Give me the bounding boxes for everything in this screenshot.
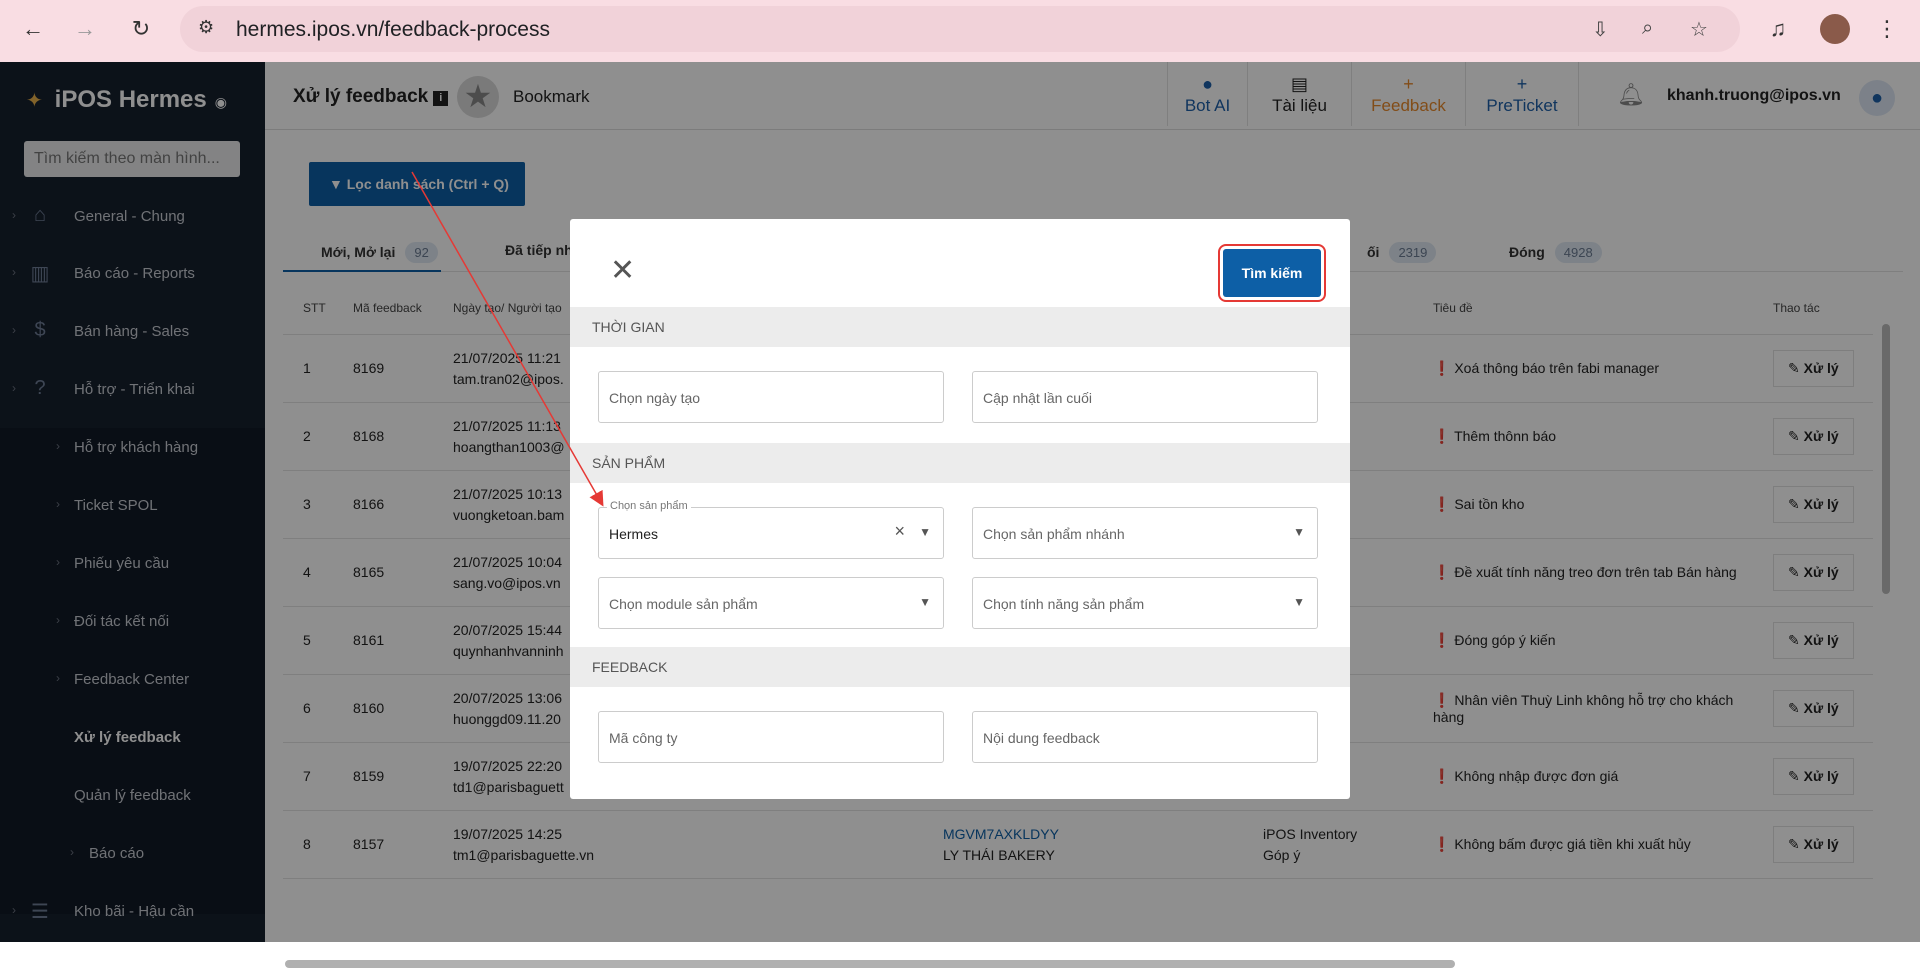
product-select[interactable]: Chọn sản phẩm Hermes × ▼ (598, 500, 944, 559)
clear-icon[interactable]: × (894, 521, 905, 542)
search-modal: ✕ Tìm kiếm THỜI GIAN Chọn ngày tạo Cập n… (570, 219, 1350, 799)
horizontal-scrollbar[interactable] (285, 960, 1455, 968)
company-code-field[interactable]: Mã công ty (598, 711, 944, 763)
site-info-icon[interactable]: ⚙ (198, 17, 214, 38)
menu-icon[interactable]: ⋮ (1872, 14, 1902, 44)
product-feature-placeholder: Chọn tính năng sản phẩm (983, 596, 1145, 612)
reload-icon[interactable]: ↻ (126, 14, 156, 44)
star-icon[interactable]: ☆ (1690, 17, 1708, 42)
chevron-down-icon[interactable]: ▼ (919, 525, 931, 539)
chevron-down-icon[interactable]: ▼ (919, 595, 931, 609)
search-button[interactable]: Tìm kiếm (1218, 244, 1326, 302)
profile-avatar[interactable] (1820, 14, 1850, 44)
feedback-content-field[interactable]: Nội dung feedback (972, 711, 1318, 763)
created-date-field[interactable]: Chọn ngày tạo (598, 371, 944, 423)
product-module-select[interactable]: Chọn module sản phẩm ▼ (598, 577, 944, 629)
product-feature-select[interactable]: Chọn tính năng sản phẩm ▼ (972, 577, 1318, 629)
media-icon[interactable]: ♫ (1763, 14, 1793, 44)
product-select-value: Hermes (609, 526, 659, 542)
last-update-field[interactable]: Cập nhật lần cuối (972, 371, 1318, 423)
section-time: THỜI GIAN (570, 307, 1350, 347)
section-feedback: FEEDBACK (570, 647, 1350, 687)
address-bar[interactable]: ⚙ hermes.ipos.vn/feedback-process ⇩ ⌕ ☆ (180, 6, 1740, 52)
product-select-label: Chọn sản phẩm (607, 500, 691, 512)
forward-icon[interactable]: → (70, 14, 100, 44)
install-icon[interactable]: ⇩ (1592, 17, 1609, 42)
section-product: SẢN PHẨM (570, 443, 1350, 483)
product-branch-select[interactable]: Chọn sản phẩm nhánh ▼ (972, 507, 1318, 559)
zoom-icon[interactable]: ⌕ (1642, 17, 1653, 40)
product-module-placeholder: Chọn module sản phẩm (609, 596, 758, 612)
chevron-down-icon[interactable]: ▼ (1293, 525, 1305, 539)
url-text[interactable]: hermes.ipos.vn/feedback-process (236, 18, 550, 42)
browser-toolbar: ← → ↻ ⚙ hermes.ipos.vn/feedback-process … (0, 0, 1920, 62)
chevron-down-icon[interactable]: ▼ (1293, 595, 1305, 609)
back-icon[interactable]: ← (18, 14, 48, 44)
close-icon[interactable]: ✕ (610, 253, 635, 288)
product-branch-placeholder: Chọn sản phẩm nhánh (983, 526, 1125, 542)
